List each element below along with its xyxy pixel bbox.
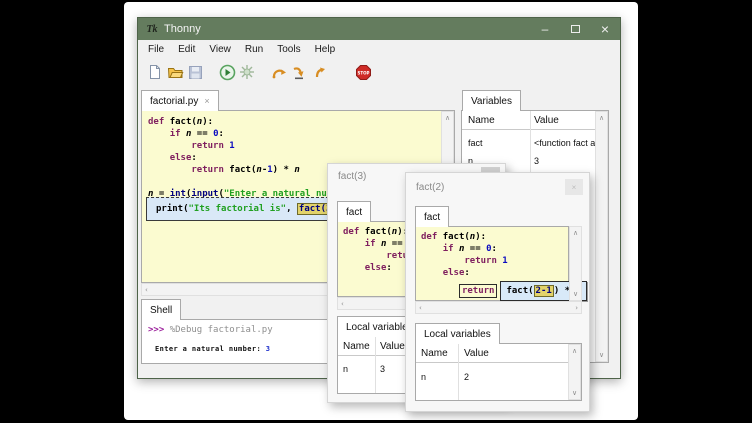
title-bar[interactable]: Tk Thonny – × <box>138 18 620 40</box>
frame-title: fact(3) <box>338 171 366 182</box>
close-button[interactable]: × <box>590 18 620 40</box>
scroll-down-icon[interactable]: ∨ <box>572 389 577 397</box>
stop-button[interactable]: STOP <box>353 62 373 82</box>
menu-view[interactable]: View <box>202 42 238 57</box>
scroll-left-icon[interactable]: ‹ <box>145 286 148 294</box>
var-value: 3 <box>380 364 385 374</box>
tab-label: Local variables <box>346 322 413 333</box>
evaluating-subexpression: 2-1 <box>534 285 554 297</box>
menu-file[interactable]: File <box>141 42 171 57</box>
frame-close-button[interactable]: × <box>565 179 583 195</box>
scroll-up-icon[interactable]: ∧ <box>572 347 577 355</box>
scroll-up-icon[interactable]: ∧ <box>445 114 450 122</box>
var-value: 3 <box>534 156 539 166</box>
locals-header: Name Value <box>416 344 581 363</box>
tab-fact[interactable]: fact <box>337 201 371 222</box>
step-over-button[interactable] <box>269 62 289 82</box>
window-title: Thonny <box>164 23 201 35</box>
debug-icon <box>239 64 255 80</box>
step-over-icon <box>271 65 288 80</box>
scroll-left-icon[interactable]: ‹ <box>419 304 422 312</box>
tab-label: Variables <box>471 96 512 107</box>
menu-tools[interactable]: Tools <box>270 42 307 57</box>
screen: Tk Thonny – × File Edit View Run Tools H… <box>0 0 752 423</box>
new-file-button[interactable] <box>145 62 165 82</box>
step-into-button[interactable] <box>289 62 309 82</box>
thonny-app-icon: Tk <box>145 22 159 36</box>
scroll-down-icon[interactable]: ∨ <box>573 290 578 298</box>
close-icon: × <box>601 22 609 36</box>
local-variables-panel: Name Value n 2 ∧ ∨ <box>415 343 582 401</box>
svg-text:STOP: STOP <box>357 70 369 75</box>
maximize-button[interactable] <box>560 18 590 40</box>
step-out-icon <box>312 65 327 80</box>
column-name: Name <box>421 348 448 359</box>
var-value: 2 <box>464 372 469 382</box>
tab-local-variables[interactable]: Local variables <box>415 323 500 344</box>
column-value: Value <box>380 341 405 352</box>
minimize-icon: – <box>542 22 549 36</box>
minimize-button[interactable]: – <box>530 18 560 40</box>
tab-shell[interactable]: Shell <box>141 299 181 320</box>
column-divider <box>458 344 459 400</box>
column-value: Value <box>534 115 559 126</box>
variables-header: Name Value <box>462 111 608 130</box>
frame-title: fact(2) <box>416 182 444 193</box>
debug-script-button[interactable] <box>237 62 257 82</box>
tab-variables[interactable]: Variables <box>462 90 521 111</box>
shell-output: >>> %Debug factorial.py Enter a natural … <box>148 324 273 355</box>
locals-vscrollbar[interactable]: ∧ ∨ <box>568 344 581 400</box>
column-name: Name <box>343 341 370 352</box>
frame-vscrollbar[interactable]: ∧ ∨ <box>569 226 582 301</box>
tab-label: fact <box>346 207 362 218</box>
var-value: <function fact a <box>534 138 596 148</box>
open-file-button[interactable] <box>165 62 185 82</box>
step-out-button[interactable] <box>309 62 329 82</box>
scroll-up-icon[interactable]: ∧ <box>573 229 578 237</box>
var-name: n <box>421 372 426 382</box>
tab-factorial-py[interactable]: factorial.py × <box>141 90 219 111</box>
open-folder-icon <box>167 64 184 80</box>
column-name: Name <box>468 115 495 126</box>
variables-vscrollbar[interactable]: ∧ ∨ <box>595 111 608 362</box>
tab-close-icon[interactable]: × <box>204 96 209 106</box>
menu-run[interactable]: Run <box>238 42 270 57</box>
save-file-button[interactable] <box>185 62 205 82</box>
var-name: n <box>343 364 348 374</box>
toolbar: STOP <box>138 58 620 86</box>
frame-hscrollbar[interactable]: ‹ › <box>415 301 582 314</box>
menu-bar: File Edit View Run Tools Help <box>138 40 620 58</box>
run-script-button[interactable] <box>217 62 237 82</box>
menu-edit[interactable]: Edit <box>171 42 202 57</box>
frame-window-fact2[interactable]: fact(2) × fact def fact(n): if n == 0: r… <box>405 172 590 412</box>
scroll-up-icon[interactable]: ∧ <box>599 114 604 122</box>
run-icon <box>219 64 236 81</box>
step-into-icon <box>291 65 307 80</box>
maximize-icon <box>571 25 580 33</box>
menu-help[interactable]: Help <box>308 42 343 57</box>
column-value: Value <box>464 348 489 359</box>
column-divider <box>375 337 376 393</box>
tab-label: Shell <box>150 305 172 316</box>
frame-code-editor[interactable]: def fact(n): if n == 0: return 1 else: r… <box>415 226 569 301</box>
tab-label: Local variables <box>424 329 491 340</box>
scroll-left-icon[interactable]: ‹ <box>341 300 344 308</box>
active-return-statement: return <box>459 284 498 298</box>
tab-fact[interactable]: fact <box>415 206 449 227</box>
tab-label: factorial.py <box>150 96 198 107</box>
active-statement-box: print("Its factorial is", fact(3)) <box>146 197 354 221</box>
new-file-icon <box>147 64 163 80</box>
scroll-down-icon[interactable]: ∨ <box>599 351 604 359</box>
frame-code: def fact(n): if n == 0: return 1 else: r… <box>421 231 587 300</box>
scroll-right-icon[interactable]: › <box>575 304 578 312</box>
save-icon <box>188 65 203 80</box>
stop-icon: STOP <box>355 64 372 81</box>
var-name: fact <box>468 138 483 148</box>
tab-label: fact <box>424 212 440 223</box>
close-icon: × <box>572 183 577 192</box>
